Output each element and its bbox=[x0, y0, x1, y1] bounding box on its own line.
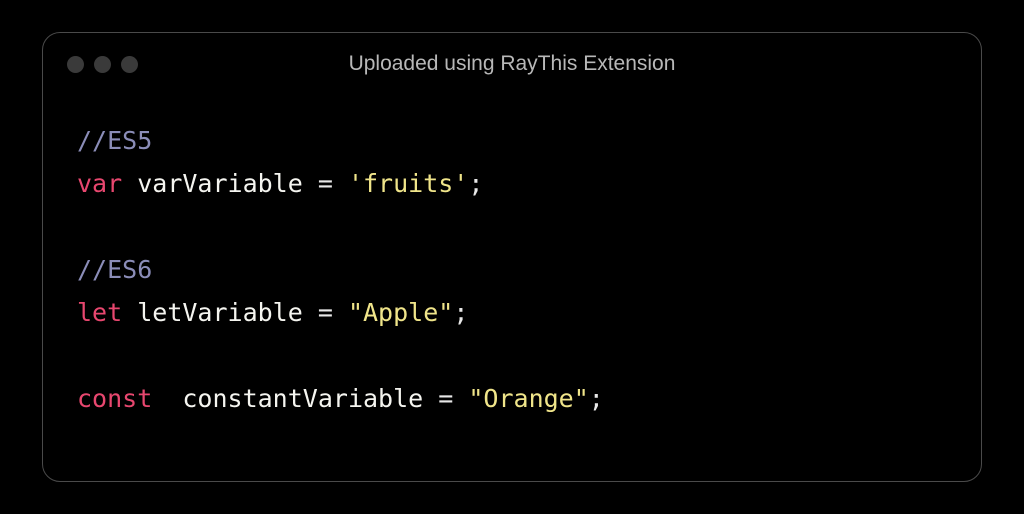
semicolon: ; bbox=[468, 169, 483, 198]
string-orange: "Orange" bbox=[468, 384, 588, 413]
maximize-icon[interactable] bbox=[121, 56, 138, 73]
identifier-varVariable: varVariable bbox=[137, 169, 303, 198]
close-icon[interactable] bbox=[67, 56, 84, 73]
gap bbox=[152, 384, 182, 413]
identifier-letVariable: letVariable bbox=[137, 298, 303, 327]
window-controls bbox=[67, 56, 138, 73]
code-block: //ES5 var varVariable = 'fruits'; //ES6 … bbox=[43, 89, 981, 450]
string-apple: "Apple" bbox=[348, 298, 453, 327]
assign-op: = bbox=[303, 169, 348, 198]
keyword-const: const bbox=[77, 384, 152, 413]
assign-op: = bbox=[423, 384, 468, 413]
semicolon: ; bbox=[589, 384, 604, 413]
code-window: Uploaded using RayThis Extension //ES5 v… bbox=[42, 32, 982, 482]
comment-es5: //ES5 bbox=[77, 126, 152, 155]
keyword-let: let bbox=[77, 298, 122, 327]
semicolon: ; bbox=[453, 298, 468, 327]
window-titlebar: Uploaded using RayThis Extension bbox=[43, 33, 981, 89]
keyword-var: var bbox=[77, 169, 122, 198]
identifier-constantVariable: constantVariable bbox=[182, 384, 423, 413]
string-fruits: 'fruits' bbox=[348, 169, 468, 198]
minimize-icon[interactable] bbox=[94, 56, 111, 73]
assign-op: = bbox=[303, 298, 348, 327]
window-title: Uploaded using RayThis Extension bbox=[43, 52, 981, 76]
comment-es6: //ES6 bbox=[77, 255, 152, 284]
